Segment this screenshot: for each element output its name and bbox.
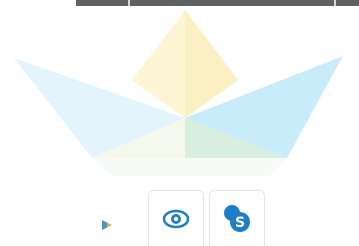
paper-boat-icon (14, 10, 343, 176)
paper-boat-logo (0, 6, 359, 186)
skype-icon: S (224, 204, 250, 232)
boat-sail-left (132, 10, 185, 118)
play-indicator-icon (100, 216, 114, 230)
skype-button[interactable]: S (209, 190, 265, 246)
toolbar: S (0, 186, 359, 246)
eye-button[interactable] (148, 190, 204, 246)
app-window: S (0, 0, 359, 246)
eye-icon (162, 209, 190, 228)
svg-text:S: S (235, 215, 245, 231)
boat-reflection (92, 158, 287, 176)
